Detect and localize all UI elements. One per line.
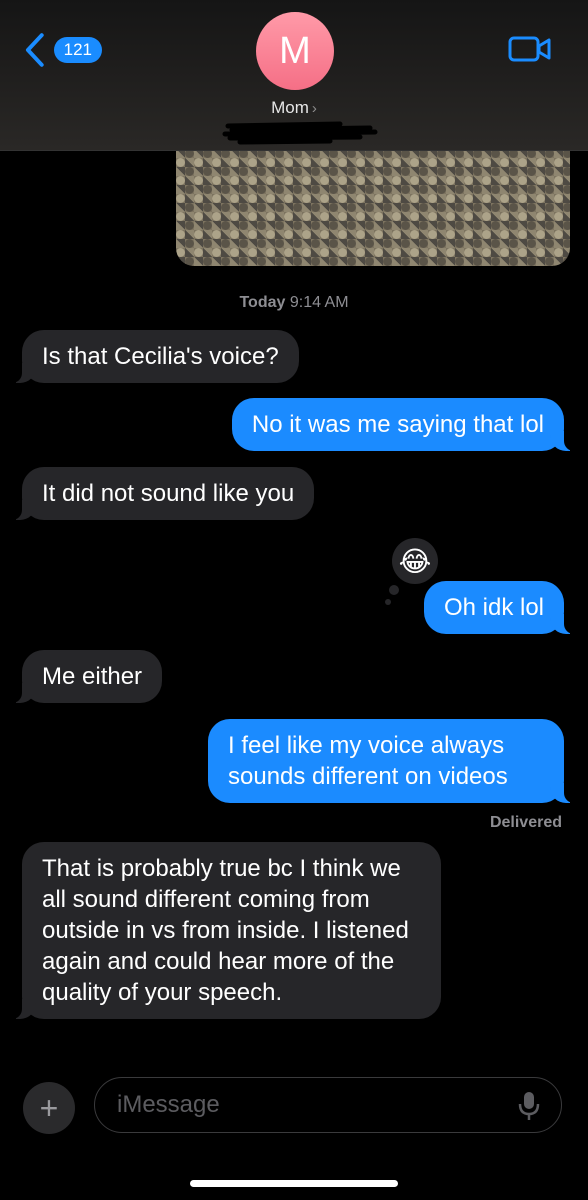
outgoing-message[interactable]: Oh idk lol	[423, 581, 577, 634]
message-text: Oh idk lol	[443, 594, 544, 621]
imessage-input[interactable]	[94, 1077, 562, 1133]
incoming-message[interactable]: It did not sound like you	[9, 467, 315, 520]
timestamp-time: 9:14 AM	[289, 294, 349, 311]
conversation-header: 121 M Mom ›	[0, 0, 588, 151]
chevron-left-icon	[25, 33, 44, 67]
home-indicator[interactable]	[190, 1180, 398, 1187]
unread-count-badge: 121	[53, 37, 102, 63]
plus-button[interactable]: +	[23, 1082, 75, 1134]
video-camera-icon[interactable]	[508, 34, 552, 64]
incoming-message[interactable]: That is probably true bc I think we all …	[10, 842, 441, 1019]
microphone-icon[interactable]	[518, 1090, 540, 1122]
timestamp-day: Today	[239, 294, 286, 311]
message-text: Me either	[42, 663, 143, 690]
tapback-reaction[interactable]: 😂	[392, 538, 438, 584]
tapback-tail	[385, 599, 391, 605]
plus-icon: +	[39, 1089, 59, 1126]
tapback-tail	[389, 585, 399, 595]
outgoing-message[interactable]: No it was me saying that lol	[231, 398, 577, 451]
message-text: Is that Cecilia's voice?	[42, 343, 279, 370]
laughing-emoji-icon: 😂	[398, 545, 432, 577]
contact-name-row[interactable]: Mom ›	[0, 98, 588, 118]
message-text: That is probably true bc I think we all …	[42, 855, 409, 1006]
back-button[interactable]: 121	[22, 30, 102, 70]
contact-avatar[interactable]: M	[256, 12, 334, 90]
incoming-message[interactable]: Me either	[9, 650, 163, 703]
contact-name: Mom	[271, 98, 309, 117]
redaction-scribble	[222, 121, 378, 145]
message-timestamp: Today 9:14 AM	[0, 294, 588, 312]
delivered-status: Delivered	[489, 814, 562, 831]
message-text: It did not sound like you	[42, 480, 295, 507]
shared-photo-attachment[interactable]	[176, 140, 570, 266]
incoming-message[interactable]: Is that Cecilia's voice?	[10, 330, 299, 383]
outgoing-message[interactable]: I feel like my voice always sounds diffe…	[208, 719, 576, 803]
avatar-initial: M	[279, 29, 311, 72]
message-text: I feel like my voice always sounds diffe…	[228, 732, 508, 790]
message-text: No it was me saying that lol	[251, 411, 544, 438]
chevron-right-icon: ›	[311, 100, 317, 117]
